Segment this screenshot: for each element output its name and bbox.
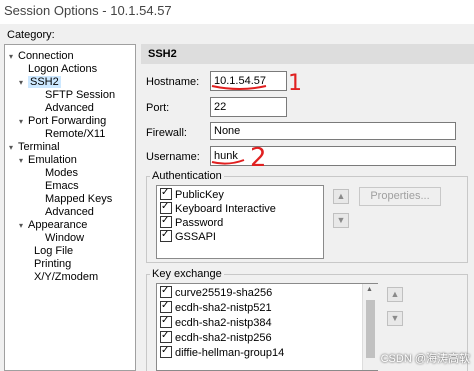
tree-item-logon-actions[interactable]: Logon Actions — [28, 63, 97, 76]
port-input[interactable]: 22 — [210, 97, 287, 117]
move-up-button[interactable]: ▲ — [333, 189, 349, 204]
scroll-up-icon[interactable]: ▲ — [366, 286, 373, 293]
expanded-chevron-icon[interactable]: ▾ — [19, 219, 28, 232]
expanded-chevron-icon[interactable]: ▾ — [19, 154, 28, 167]
authentication-list[interactable]: PublicKey Keyboard Interactive Password … — [156, 185, 324, 259]
auth-item-keyboard-interactive[interactable]: Keyboard Interactive — [160, 200, 276, 216]
category-label: Category: — [7, 29, 55, 41]
watermark: CSDN @海涛高软 — [380, 353, 470, 365]
kex-item[interactable]: ecdh-sha2-nistp384 — [160, 314, 272, 330]
expanded-chevron-icon[interactable]: ▾ — [19, 115, 28, 128]
tree-item-sftp-session[interactable]: SFTP Session — [45, 89, 115, 102]
checkbox-checked-icon[interactable] — [160, 344, 172, 359]
checkbox-checked-icon[interactable] — [160, 186, 172, 201]
auth-item-gssapi[interactable]: GSSAPI — [160, 228, 216, 244]
tree-item-emulation[interactable]: ▾ Emulation — [19, 154, 77, 167]
tree-item-terminal[interactable]: ▾ Terminal — [9, 141, 60, 154]
title-bar: Session Options - 10.1.54.57 — [0, 0, 474, 24]
checkbox-checked-icon[interactable] — [160, 228, 172, 243]
scrollbar-thumb[interactable] — [366, 300, 375, 358]
port-label: Port: — [146, 102, 170, 114]
key-exchange-list[interactable]: curve25519-sha256 ecdh-sha2-nistp521 ecd… — [156, 283, 378, 371]
kex-move-down-button[interactable]: ▼ — [387, 311, 403, 326]
tree-item-advanced-terminal[interactable]: Advanced — [45, 206, 94, 219]
tree-item-window[interactable]: Window — [45, 232, 84, 245]
expanded-chevron-icon[interactable]: ▾ — [9, 50, 18, 63]
tree-item-remote-x11[interactable]: Remote/X11 — [45, 128, 105, 141]
checkbox-checked-icon[interactable] — [160, 214, 172, 229]
red-number-mark: 1 — [288, 71, 302, 96]
auth-item-publickey[interactable]: PublicKey — [160, 186, 224, 202]
down-arrow-icon: ▼ — [336, 215, 346, 225]
authentication-label: Authentication — [150, 170, 224, 182]
tree-item-xyzmodem[interactable]: X/Y/Zmodem — [34, 271, 98, 284]
hostname-label: Hostname: — [146, 76, 200, 88]
kex-item[interactable]: diffie-hellman-group14 — [160, 344, 284, 360]
kex-item[interactable]: ecdh-sha2-nistp256 — [160, 329, 272, 345]
checkbox-checked-icon[interactable] — [160, 314, 172, 329]
username-label: Username: — [146, 151, 200, 163]
tree-item-modes[interactable]: Modes — [45, 167, 78, 180]
kex-move-up-button[interactable]: ▲ — [387, 287, 403, 302]
checkbox-checked-icon[interactable] — [160, 200, 172, 215]
tree-item-mapped-keys[interactable]: Mapped Keys — [45, 193, 112, 206]
firewall-select[interactable]: None — [210, 122, 456, 140]
checkbox-checked-icon[interactable] — [160, 329, 172, 344]
category-tree[interactable]: ▾ Connection Logon Actions ▾ SSH2 SFTP Ses… — [4, 44, 136, 371]
tree-item-connection[interactable]: ▾ Connection — [9, 50, 74, 63]
kex-item[interactable]: ecdh-sha2-nistp521 — [160, 299, 272, 315]
key-exchange-label: Key exchange — [150, 268, 224, 280]
panel-title: SSH2 — [141, 44, 474, 64]
down-arrow-icon: ▼ — [390, 313, 400, 323]
checkbox-checked-icon[interactable] — [160, 284, 172, 299]
username-input[interactable]: hunk — [210, 146, 456, 166]
up-arrow-icon: ▲ — [336, 191, 346, 201]
tree-item-appearance[interactable]: ▾ Appearance — [19, 219, 87, 232]
kex-item[interactable]: curve25519-sha256 — [160, 284, 272, 300]
expanded-chevron-icon[interactable]: ▾ — [9, 141, 18, 154]
firewall-label: Firewall: — [146, 127, 187, 139]
hostname-input[interactable]: 10.1.54.57 — [210, 71, 287, 91]
kex-scrollbar[interactable]: ▲ — [362, 284, 378, 370]
tree-item-ssh2[interactable]: ▾ SSH2 — [19, 76, 61, 89]
tree-item-emacs[interactable]: Emacs — [45, 180, 79, 193]
move-down-button[interactable]: ▼ — [333, 213, 349, 228]
up-arrow-icon: ▲ — [390, 289, 400, 299]
tree-item-advanced[interactable]: Advanced — [45, 102, 94, 115]
expanded-chevron-icon[interactable]: ▾ — [19, 76, 28, 89]
window-title: Session Options - 10.1.54.57 — [4, 3, 172, 18]
checkbox-checked-icon[interactable] — [160, 299, 172, 314]
tree-item-port-forwarding[interactable]: ▾ Port Forwarding — [19, 115, 106, 128]
tree-item-log-file[interactable]: Log File — [34, 245, 73, 258]
properties-button[interactable]: Properties... — [359, 187, 441, 206]
auth-item-password[interactable]: Password — [160, 214, 223, 230]
tree-item-printing[interactable]: Printing — [34, 258, 71, 271]
